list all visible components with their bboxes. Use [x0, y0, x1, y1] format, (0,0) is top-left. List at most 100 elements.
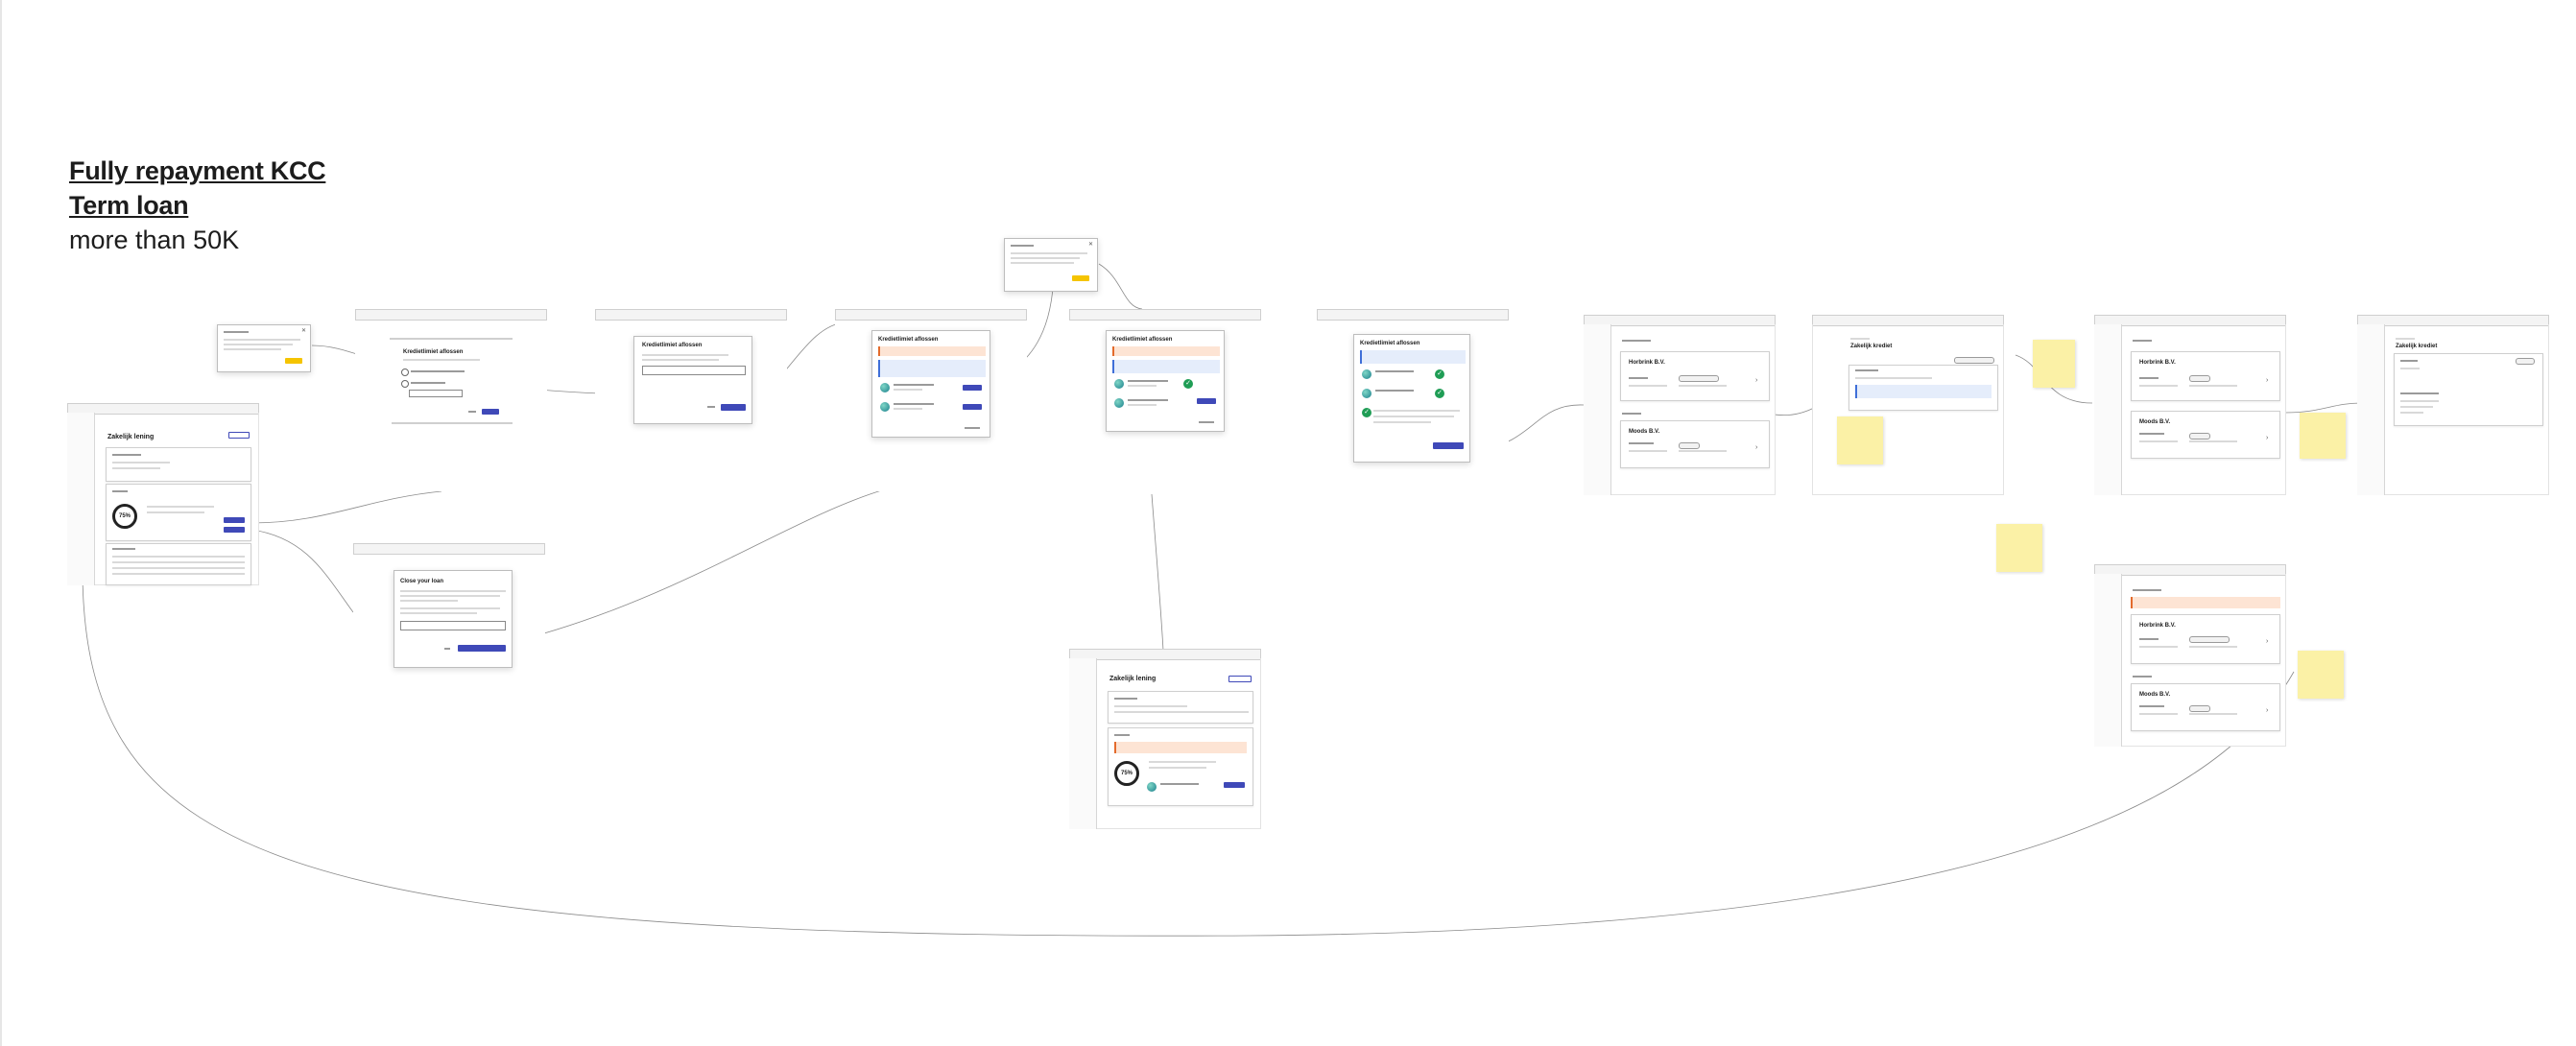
sticky-note [2033, 340, 2075, 388]
account-label [1375, 390, 1414, 392]
frame-body [1584, 324, 1776, 495]
notice-ok-button[interactable] [285, 358, 302, 364]
document-link[interactable] [2400, 412, 2423, 414]
pay-button[interactable] [1224, 782, 1245, 788]
status-badge [2189, 636, 2230, 643]
business-card[interactable]: Horbrink B.V. › [2131, 614, 2280, 664]
account-amount [1128, 404, 1157, 406]
text-line [642, 354, 728, 356]
document-link[interactable] [2400, 400, 2439, 402]
text-line [1855, 377, 1932, 379]
modal-heading: Close your loan [400, 579, 444, 584]
date-text [2189, 385, 2237, 387]
frame-body [2094, 324, 2286, 495]
document-link[interactable] [2400, 406, 2433, 408]
status-badge [2189, 375, 2210, 382]
repay-button[interactable] [224, 517, 245, 523]
text-line [147, 511, 204, 513]
option-radio[interactable] [401, 368, 409, 376]
account-select[interactable] [642, 366, 746, 375]
transactions-card [106, 543, 251, 585]
chevron-right-icon[interactable]: › [2266, 638, 2268, 645]
card-heading [1114, 734, 1130, 736]
card-heading [112, 454, 141, 456]
chevron-right-icon[interactable]: › [1755, 444, 1757, 451]
warning-banner [1114, 742, 1247, 753]
screen-loan-detail-closed: Zakelijk krediet [2357, 315, 2549, 495]
screen-overview-pending: Zakelijk lening 75% [1069, 649, 1261, 829]
breadcrumb[interactable] [1850, 338, 1870, 340]
status-badge [1679, 375, 1719, 382]
back-to-overview-button[interactable] [1433, 442, 1464, 449]
sub-heading [2400, 392, 2439, 394]
screen-business-list: Horbrink B.V. › Moods B.V. › [1584, 315, 1776, 495]
info-banner [1360, 350, 1466, 364]
close-link[interactable] [1199, 421, 1214, 423]
cancel-link[interactable] [468, 411, 476, 413]
section-heading [2133, 589, 2161, 591]
frame-body [355, 319, 547, 491]
breadcrumb[interactable] [2396, 338, 2415, 340]
status-badge [1954, 357, 1994, 364]
business-card[interactable]: Moods B.V. › [2131, 683, 2280, 731]
page-title: Zakelijk krediet [1850, 344, 1893, 349]
back-link[interactable] [707, 406, 715, 408]
notice-ok-button[interactable] [1072, 275, 1089, 281]
modal-heading: Kredietlimiet aflossen [1112, 337, 1173, 343]
close-loan-confirm-button[interactable] [458, 645, 506, 652]
next-button[interactable] [482, 409, 499, 415]
frame-chrome [353, 543, 545, 555]
text-line [2400, 368, 2420, 369]
screen-business-list-alert: Horbrink B.V. › Moods B.V. › [2094, 564, 2286, 747]
transaction-row [112, 567, 245, 569]
transaction-row [112, 556, 245, 558]
chevron-right-icon[interactable]: › [2266, 707, 2268, 714]
business-card[interactable]: Horbrink B.V. › [2131, 351, 2280, 401]
amount-input[interactable] [409, 390, 463, 397]
info-banner [1855, 385, 1992, 398]
sticky-note [2298, 651, 2344, 699]
info-banner [1112, 360, 1220, 373]
chevron-right-icon[interactable]: › [2266, 377, 2268, 384]
section-heading [2133, 676, 2152, 678]
screen-full-repayment-step4: Kredietlimiet aflossen ✓ [1069, 309, 1261, 491]
chevron-right-icon[interactable]: › [1755, 377, 1757, 384]
close-loan-button[interactable] [224, 527, 245, 533]
modal-heading: Kredietlimiet aflossen [878, 337, 939, 343]
text-line [224, 348, 281, 350]
header-button[interactable] [1228, 676, 1252, 682]
status-badge [1679, 442, 1700, 449]
screen-business-list-settled: Horbrink B.V. › Moods B.V. › [2094, 315, 2286, 495]
close-icon[interactable]: ✕ [1088, 241, 1093, 248]
option-radio[interactable] [401, 380, 409, 388]
chevron-right-icon[interactable]: › [2266, 435, 2268, 441]
text-line [224, 339, 300, 341]
next-button[interactable] [721, 404, 746, 411]
business-card[interactable]: Horbrink B.V. › [1620, 351, 1770, 401]
text-line [1011, 257, 1080, 259]
reason-select[interactable] [400, 621, 506, 630]
screen-loan-detail: Zakelijk krediet [1812, 315, 2004, 495]
business-card[interactable]: Moods B.V. › [2131, 411, 2280, 459]
warning-banner [1112, 346, 1220, 356]
connector-close-to-step2 [500, 488, 886, 646]
business-card[interactable]: Moods B.V. › [1620, 420, 1770, 468]
account-amount [1128, 385, 1157, 387]
text-line [1011, 252, 1087, 254]
close-icon[interactable]: ✕ [301, 327, 306, 334]
modal-title-line [224, 331, 249, 333]
close-link[interactable] [965, 427, 980, 429]
date-text [2189, 646, 2237, 648]
header-button[interactable] [228, 432, 250, 439]
cancel-link[interactable] [444, 648, 450, 650]
card-heading [112, 490, 128, 492]
flow-connectors [82, 250, 2362, 937]
account-label [1375, 370, 1414, 372]
account-amount [894, 389, 922, 391]
pay-button[interactable] [963, 385, 982, 391]
screen-full-repayment-step1: Kredietlimiet aflossen [355, 309, 547, 491]
card-heading [2400, 360, 2418, 362]
pay-button[interactable] [963, 404, 982, 410]
pay-button[interactable] [1197, 398, 1216, 404]
frame-chrome [1069, 309, 1261, 321]
